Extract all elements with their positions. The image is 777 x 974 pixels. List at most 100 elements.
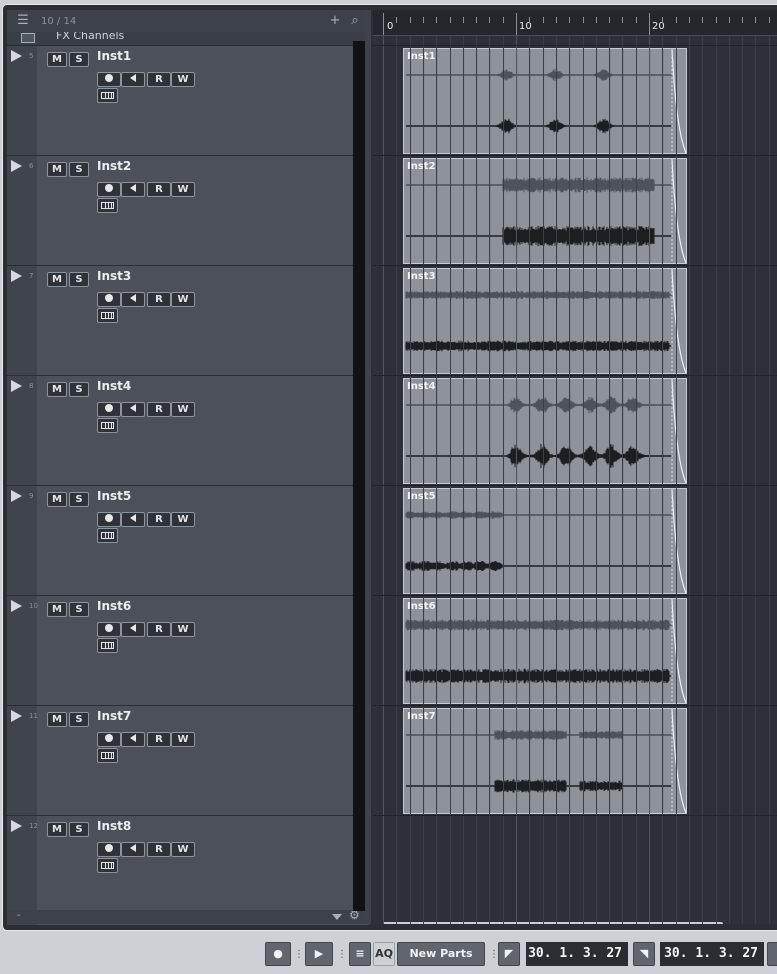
write-automation-button[interactable]: W xyxy=(171,402,195,417)
expand-arrow-icon[interactable] xyxy=(11,600,22,612)
write-automation-button[interactable]: W xyxy=(171,512,195,527)
event-display[interactable]: 0 10 20 Inst1 Inst2 Inst3 Inst4 Inst5 Inst6 In… xyxy=(373,10,777,924)
solo-button[interactable]: S xyxy=(69,162,89,177)
mute-button[interactable]: M xyxy=(47,162,67,177)
track-name[interactable]: Inst5 xyxy=(97,489,131,503)
mute-button[interactable]: M xyxy=(47,712,67,727)
solo-button[interactable]: S xyxy=(69,712,89,727)
track-row[interactable]: 11 M S Inst7 R W xyxy=(7,706,369,816)
monitor-button[interactable] xyxy=(121,622,145,637)
record-enable-button[interactable] xyxy=(97,292,121,307)
keyboard-icon[interactable] xyxy=(97,748,118,763)
expand-arrow-icon[interactable] xyxy=(11,490,22,502)
track-row[interactable]: 10 M S Inst6 R W xyxy=(7,596,369,706)
splitter[interactable] xyxy=(365,10,371,924)
expand-arrow-icon[interactable] xyxy=(11,820,22,832)
left-locator-icon[interactable]: ◤ xyxy=(498,942,520,966)
write-automation-button[interactable]: W xyxy=(171,292,195,307)
read-automation-button[interactable]: R xyxy=(147,402,171,417)
write-automation-button[interactable]: W xyxy=(171,182,195,197)
expand-arrow-icon[interactable] xyxy=(11,380,22,392)
expand-arrow-icon[interactable] xyxy=(11,270,22,282)
read-automation-button[interactable]: R xyxy=(147,512,171,527)
record-enable-button[interactable] xyxy=(97,622,121,637)
search-icon[interactable]: ⌕ xyxy=(347,13,363,29)
play-mode-button[interactable]: ▶ xyxy=(305,942,333,966)
expand-arrow-icon[interactable] xyxy=(11,160,22,172)
solo-button[interactable]: S xyxy=(69,492,89,507)
cycle-icon[interactable]: ≡ xyxy=(349,942,371,966)
track-row[interactable]: 7 M S Inst3 R W xyxy=(7,266,369,376)
keyboard-icon[interactable] xyxy=(97,308,118,323)
mute-button[interactable]: M xyxy=(47,822,67,837)
audio-event[interactable]: Inst7 xyxy=(403,708,687,814)
record-enable-button[interactable] xyxy=(97,842,121,857)
track-name[interactable]: Inst8 xyxy=(97,819,131,833)
audio-event[interactable]: Inst4 xyxy=(403,378,687,484)
keyboard-icon[interactable] xyxy=(97,198,118,213)
audio-event[interactable]: Inst5 xyxy=(403,488,687,594)
track-name[interactable]: Inst6 xyxy=(97,599,131,613)
solo-button[interactable]: S xyxy=(69,382,89,397)
mute-button[interactable]: M xyxy=(47,272,67,287)
list-icon[interactable]: ☰ xyxy=(15,13,31,29)
track-name[interactable]: Inst3 xyxy=(97,269,131,283)
chevron-down-icon[interactable] xyxy=(332,914,342,920)
read-automation-button[interactable]: R xyxy=(147,842,171,857)
solo-button[interactable]: S xyxy=(69,52,89,67)
zoom-out-icon[interactable]: - xyxy=(17,910,21,921)
solo-button[interactable]: S xyxy=(69,272,89,287)
monitor-button[interactable] xyxy=(121,182,145,197)
read-automation-button[interactable]: R xyxy=(147,182,171,197)
mute-button[interactable]: M xyxy=(47,52,67,67)
write-automation-button[interactable]: W xyxy=(171,622,195,637)
monitor-button[interactable] xyxy=(121,512,145,527)
mute-button[interactable]: M xyxy=(47,602,67,617)
mute-button[interactable]: M xyxy=(47,382,67,397)
monitor-button[interactable] xyxy=(121,402,145,417)
record-enable-button[interactable] xyxy=(97,732,121,747)
record-mode-button[interactable]: ● xyxy=(265,942,291,966)
expand-arrow-icon[interactable] xyxy=(11,50,22,62)
record-mode-select[interactable]: New Parts xyxy=(397,942,485,966)
transport-more-button[interactable] xyxy=(767,942,777,966)
track-name[interactable]: Inst4 xyxy=(97,379,131,393)
track-name[interactable]: Inst1 xyxy=(97,49,131,63)
monitor-button[interactable] xyxy=(121,732,145,747)
keyboard-icon[interactable] xyxy=(97,418,118,433)
auto-quantize-button[interactable]: AQ xyxy=(373,942,395,966)
monitor-button[interactable] xyxy=(121,72,145,87)
audio-event[interactable]: Inst3 xyxy=(403,268,687,374)
audio-event[interactable]: Inst1 xyxy=(403,48,687,154)
read-automation-button[interactable]: R xyxy=(147,292,171,307)
read-automation-button[interactable]: R xyxy=(147,622,171,637)
timeline-ruler[interactable]: 0 10 20 xyxy=(373,10,777,36)
write-automation-button[interactable]: W xyxy=(171,842,195,857)
horizontal-scrollbar[interactable] xyxy=(383,922,723,924)
right-locator-time[interactable]: 30. 1. 3. 27 xyxy=(660,942,764,966)
keyboard-icon[interactable] xyxy=(97,88,118,103)
keyboard-icon[interactable] xyxy=(97,858,118,873)
solo-button[interactable]: S xyxy=(69,822,89,837)
track-list-divider[interactable] xyxy=(353,41,365,911)
keyboard-icon[interactable] xyxy=(97,638,118,653)
write-automation-button[interactable]: W xyxy=(171,72,195,87)
read-automation-button[interactable]: R xyxy=(147,72,171,87)
keyboard-icon[interactable] xyxy=(97,528,118,543)
monitor-button[interactable] xyxy=(121,842,145,857)
track-name[interactable]: Inst7 xyxy=(97,709,131,723)
record-enable-button[interactable] xyxy=(97,402,121,417)
track-row[interactable]: 8 M S Inst4 R W xyxy=(7,376,369,486)
audio-event[interactable]: Inst2 xyxy=(403,158,687,264)
read-automation-button[interactable]: R xyxy=(147,732,171,747)
track-name[interactable]: Inst2 xyxy=(97,159,131,173)
solo-button[interactable]: S xyxy=(69,602,89,617)
mute-button[interactable]: M xyxy=(47,492,67,507)
track-row[interactable]: 6 M S Inst2 R W xyxy=(7,156,369,266)
fx-channels-folder[interactable]: FX Channels xyxy=(7,32,369,46)
record-enable-button[interactable] xyxy=(97,182,121,197)
record-enable-button[interactable] xyxy=(97,72,121,87)
record-enable-button[interactable] xyxy=(97,512,121,527)
left-locator-time[interactable]: 30. 1. 3. 27 xyxy=(526,942,628,966)
expand-arrow-icon[interactable] xyxy=(11,710,22,722)
